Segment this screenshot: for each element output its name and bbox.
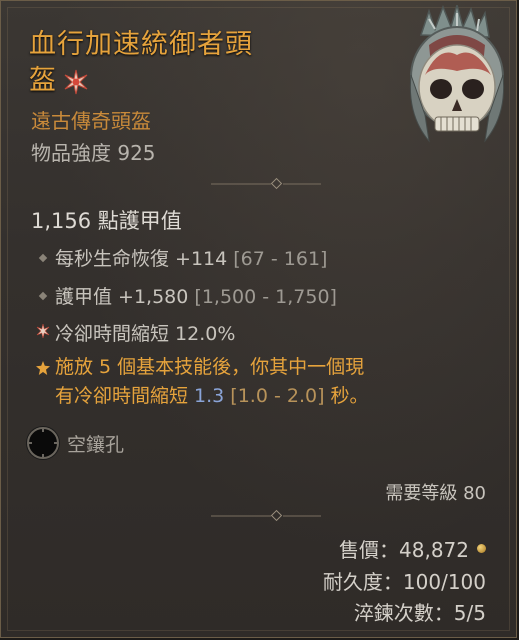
legendary-star-icon xyxy=(31,353,55,384)
affix-text: 護甲值 +1,580 [1,500 - 1,750] xyxy=(55,286,337,308)
item-name-line1: 血行加速統御者頭 xyxy=(29,29,253,60)
legendary-affix-text: 施放 5 個基本技能後，你其中一個現 有冷卻時間縮短 1.3 [1.0 - 2.… xyxy=(55,356,369,407)
item-power: 物品強度 925 xyxy=(31,141,156,165)
diamond-bullet-icon xyxy=(31,244,55,266)
greater-affix-star-icon xyxy=(31,319,55,343)
armor-value: 1,156 點護甲值 xyxy=(31,209,182,233)
temper-count: 淬鍊次數：5/5 xyxy=(353,601,486,625)
affix-text: 冷卻時間縮短 12.0% xyxy=(55,323,236,345)
section-divider xyxy=(211,177,321,190)
gold-coin-icon xyxy=(477,544,486,553)
durability: 耐久度：100/100 xyxy=(322,570,486,594)
item-tooltip: 血行加速統御者頭 盔 遠古傳奇頭盔 物品強度 925 1,156 點護甲值 每秒… xyxy=(0,0,517,638)
empty-socket: 空鑲孔 xyxy=(27,427,124,459)
affix-text: 每秒生命恢復 +114 [67 - 161] xyxy=(55,248,328,270)
item-type: 遠古傳奇頭盔 xyxy=(31,109,151,133)
diamond-bullet-icon xyxy=(31,282,55,304)
affix-armor: 護甲值 +1,580 [1,500 - 1,750] xyxy=(31,282,337,309)
item-name-line2: 盔 xyxy=(29,65,57,96)
skull-helm-icon xyxy=(409,5,505,143)
ancestral-star-icon xyxy=(64,69,88,94)
empty-socket-icon xyxy=(27,427,59,459)
sell-value: 售價：48,872 xyxy=(339,534,486,563)
affix-cooldown: 冷卻時間縮短 12.0% xyxy=(31,319,235,346)
legendary-affix: 施放 5 個基本技能後，你其中一個現 有冷卻時間縮短 1.3 [1.0 - 2.… xyxy=(31,353,369,411)
item-name: 血行加速統御者頭 盔 xyxy=(29,27,329,99)
required-level: 需要等級 80 xyxy=(385,483,486,504)
socket-label: 空鑲孔 xyxy=(67,433,125,456)
section-divider xyxy=(211,509,321,522)
affix-life-regen: 每秒生命恢復 +114 [67 - 161] xyxy=(31,244,327,271)
